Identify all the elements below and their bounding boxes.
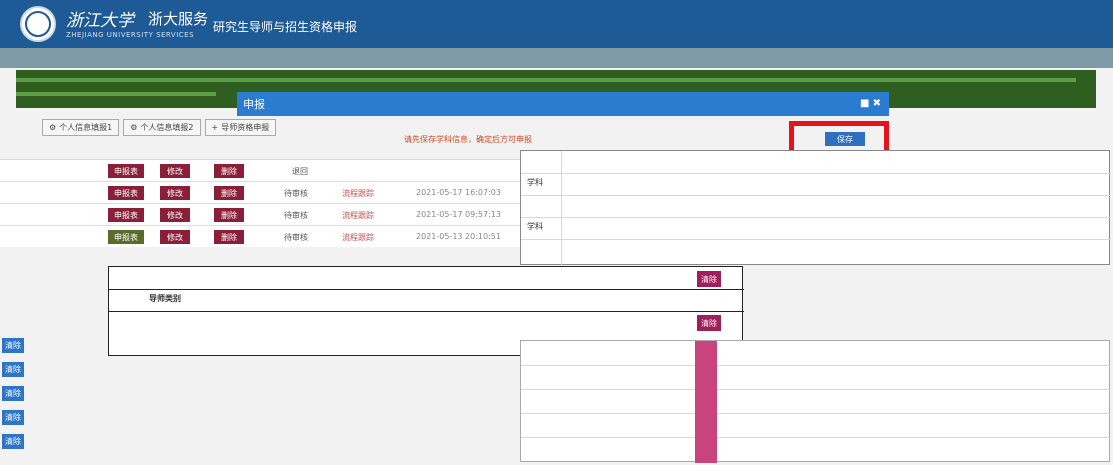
- brand-name: 浙大服务: [148, 10, 209, 28]
- section-label: 学科: [527, 178, 543, 187]
- clear-button[interactable]: 清除: [2, 338, 24, 353]
- delete-button[interactable]: 删除: [214, 230, 244, 244]
- tab-info-2[interactable]: ⚙ 个人信息填报2: [123, 119, 201, 136]
- status-text: 待审核: [284, 233, 308, 242]
- flow-track-link[interactable]: 流程跟踪: [342, 188, 374, 199]
- flow-track-link[interactable]: 流程跟踪: [342, 232, 374, 243]
- submit-time: 2021-05-17 09:57:13: [416, 210, 501, 219]
- table-row: 申报表 修改 删除 退回: [0, 159, 520, 181]
- edit-button[interactable]: 修改: [160, 164, 190, 178]
- top-bar: 浙江大学 浙大服务 ZHEJIANG UNIVERSITY SERVICES 研…: [0, 0, 1113, 48]
- section-label: 导师类别: [149, 294, 181, 303]
- nav-strip: [0, 48, 1113, 68]
- flow-track-link[interactable]: 流程跟踪: [342, 210, 374, 221]
- tab-bar: ⚙ 个人信息填报1 ⚙ 个人信息填报2 + 导师资格申报: [42, 119, 277, 136]
- section-label: 学科: [527, 222, 543, 231]
- edit-button[interactable]: 修改: [160, 230, 190, 244]
- delete-button[interactable]: 删除: [214, 208, 244, 222]
- form-button[interactable]: 申报表: [108, 208, 144, 222]
- clear-button[interactable]: 清除: [697, 271, 721, 287]
- brand-script: 浙江大学: [66, 11, 134, 31]
- table-row: 申报表 修改 删除 待审核 流程跟踪 2021-05-17 16:07:03: [0, 181, 520, 203]
- form-button[interactable]: 申报表: [108, 186, 144, 200]
- clear-button[interactable]: 清除: [2, 434, 24, 449]
- edit-button[interactable]: 修改: [160, 186, 190, 200]
- submit-time: 2021-05-13 20:10:51: [416, 232, 501, 241]
- clear-button[interactable]: 清除: [2, 410, 24, 425]
- status-text: 待审核: [284, 211, 308, 220]
- clear-button[interactable]: 清除: [2, 362, 24, 377]
- subject-grid: 学科 学科: [520, 150, 1111, 266]
- table-row: 申报表 修改 删除 待审核 流程跟踪 2021-05-13 20:10:51: [0, 225, 520, 247]
- system-title: 研究生导师与招生资格申报: [213, 20, 358, 34]
- status-text: 待审核: [284, 189, 308, 198]
- university-logo-icon: [20, 6, 56, 42]
- edit-button[interactable]: 修改: [160, 208, 190, 222]
- tab-info-1[interactable]: ⚙ 个人信息填报1: [42, 119, 120, 136]
- table-row: 申报表 修改 删除 待审核 流程跟踪 2021-05-17 09:57:13: [0, 203, 520, 225]
- submit-time: 2021-05-17 16:07:03: [416, 188, 501, 197]
- gear-icon: ⚙: [49, 123, 57, 132]
- delete-button[interactable]: 删除: [214, 186, 244, 200]
- form-button[interactable]: 申报表: [108, 164, 144, 178]
- modal-title: 申报: [243, 98, 265, 111]
- tab-qualification[interactable]: + 导师资格申报: [204, 119, 277, 136]
- warning-text: 请先保存学科信息，确定后方可申报: [404, 135, 532, 144]
- status-text: 退回: [292, 167, 308, 176]
- form-button[interactable]: 申报表: [108, 230, 144, 244]
- modal-header: 申报 ■ ✖: [237, 92, 889, 116]
- gear-icon: ⚙: [130, 123, 138, 132]
- plus-icon: +: [211, 123, 219, 132]
- lower-grid: [520, 340, 1111, 463]
- close-icon[interactable]: ■ ✖: [860, 98, 881, 109]
- clear-button[interactable]: 清除: [2, 386, 24, 401]
- delete-button[interactable]: 删除: [214, 164, 244, 178]
- clear-button[interactable]: 清除: [697, 315, 721, 331]
- row-marker: [695, 341, 717, 463]
- brand-english: ZHEJIANG UNIVERSITY SERVICES: [66, 31, 195, 39]
